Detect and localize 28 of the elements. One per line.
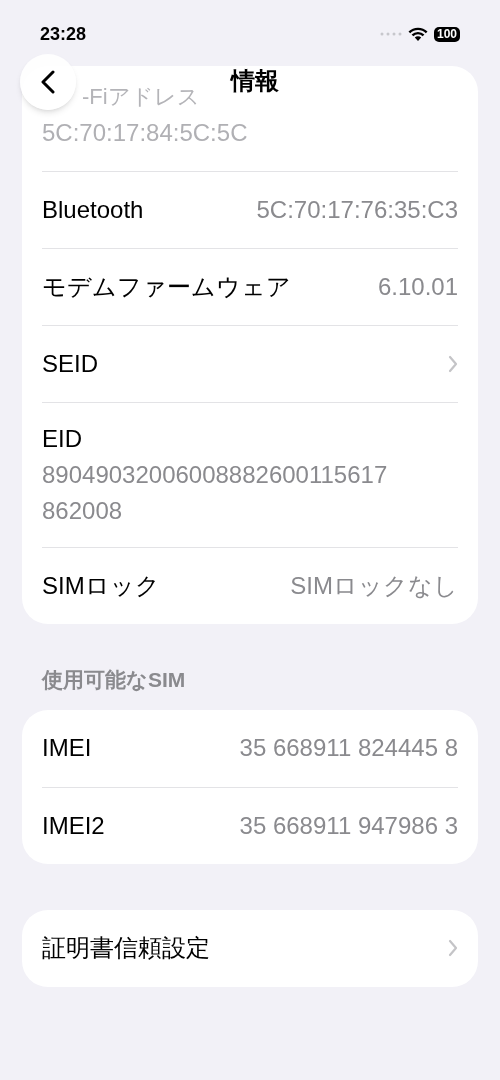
battery-indicator: 100 xyxy=(433,26,460,42)
row-value: 35 668911 824445 8 xyxy=(239,733,458,763)
chevron-icon xyxy=(448,939,458,957)
wifi-icon xyxy=(407,26,428,42)
row-label: IMEI2 xyxy=(42,810,105,841)
chevron-icon xyxy=(448,355,458,373)
row-label: Bluetooth xyxy=(42,195,144,225)
nav-title: 情報 xyxy=(231,66,279,96)
row-label: SIMロック xyxy=(42,571,160,601)
signal-icon xyxy=(379,31,402,37)
list-row[interactable]: 証明書信頼設定 xyxy=(42,909,458,987)
row-value: SIMロックなし xyxy=(290,571,458,601)
back-icon xyxy=(41,70,55,94)
row-label: SEID xyxy=(42,349,98,379)
row-label: モデムファームウェア xyxy=(42,272,291,302)
back-button[interactable] xyxy=(20,54,76,110)
section-header: 使用可能なSIM xyxy=(40,667,187,694)
row-value: 5C:70:17:84:5C:5C xyxy=(42,118,249,148)
row-value: 35 668911 947986 3 xyxy=(239,810,458,841)
row-value: 6.10.01 xyxy=(377,272,458,302)
list-row[interactable]: SEID xyxy=(42,325,458,402)
row-label: -Fiアドレス xyxy=(82,83,200,111)
row-label: EID xyxy=(42,424,83,454)
status-time: 23:28 xyxy=(40,22,87,46)
row-label: 証明書信頼設定 xyxy=(42,933,210,963)
row-value: 5C:70:17:76:35:C3 xyxy=(256,195,458,225)
row-value: 89049032006008882600115617862008 xyxy=(42,460,389,526)
row-label: IMEI xyxy=(42,733,92,763)
